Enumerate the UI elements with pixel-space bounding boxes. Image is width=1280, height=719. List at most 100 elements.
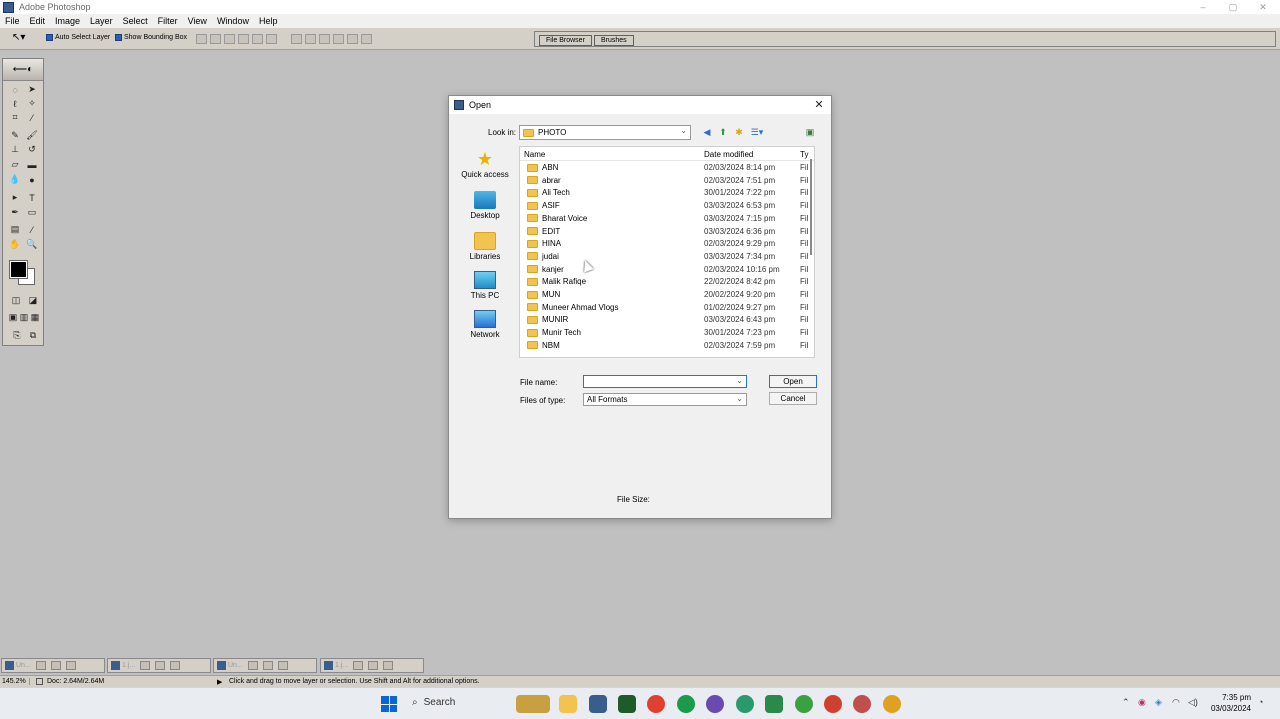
shape-tool-icon[interactable]: ▭ xyxy=(25,206,39,219)
list-item[interactable]: HINA 02/03/2024 9:29 pm Fil xyxy=(520,238,814,251)
crop-tool-icon[interactable]: ⌗ xyxy=(8,111,22,124)
chevron-down-icon[interactable]: ⌄ xyxy=(736,376,743,385)
back-icon[interactable]: ◀ xyxy=(701,127,713,138)
align-vcenter-icon[interactable] xyxy=(210,34,221,44)
brush-tool-icon[interactable]: 🖌 xyxy=(25,129,39,142)
minimized-document[interactable]: Un... xyxy=(1,658,105,673)
scrollbar-thumb[interactable] xyxy=(810,159,812,255)
wifi-icon[interactable]: ◠ xyxy=(1172,697,1180,708)
chrome-icon[interactable] xyxy=(853,695,871,713)
start-button-icon[interactable] xyxy=(381,696,397,712)
slice-tool-icon[interactable]: ⁄ xyxy=(25,111,39,124)
distribute-vcenter-icon[interactable] xyxy=(305,34,316,44)
distribute-left-icon[interactable] xyxy=(333,34,344,44)
file-name-input[interactable]: ⌄ xyxy=(583,375,747,388)
new-folder-icon[interactable]: ✱ xyxy=(733,127,745,138)
restore-icon[interactable] xyxy=(247,661,258,670)
menu-help[interactable]: Help xyxy=(259,16,278,26)
clock[interactable]: 7:35 pm 03/03/2024 xyxy=(1205,692,1251,714)
auto-select-layer-checkbox[interactable]: Auto Select Layer xyxy=(46,34,110,41)
align-bottom-icon[interactable] xyxy=(224,34,235,44)
menu-edit[interactable]: Edit xyxy=(30,16,46,26)
eraser-tool-icon[interactable]: ▱ xyxy=(8,158,22,171)
chrome-icon[interactable] xyxy=(883,695,901,713)
list-item[interactable]: Bharat Voice 03/03/2024 7:15 pm Fil xyxy=(520,213,814,226)
blur-tool-icon[interactable]: 💧 xyxy=(8,173,22,186)
distribute-hcenter-icon[interactable] xyxy=(347,34,358,44)
place-quick-access[interactable]: ★ Quick access xyxy=(455,150,515,179)
gradient-tool-icon[interactable]: ▬ xyxy=(25,158,39,171)
maximize-icon[interactable] xyxy=(262,661,273,670)
menu-file[interactable]: File xyxy=(5,16,20,26)
list-item[interactable]: MUNIR 03/03/2024 6:43 pm Fil xyxy=(520,314,814,327)
restore-icon[interactable] xyxy=(140,661,151,670)
volume-icon[interactable]: ◁) xyxy=(1188,697,1198,708)
media-player-icon[interactable] xyxy=(618,695,636,713)
menu-image[interactable]: Image xyxy=(55,16,80,26)
show-bounding-box-checkbox[interactable]: Show Bounding Box xyxy=(115,34,187,41)
files-of-type-dropdown[interactable]: All Formats ⌄ xyxy=(583,393,747,406)
file-list[interactable]: Name Date modified Ty ⌃ ABN 02/03/2024 8… xyxy=(519,146,815,358)
tool-preset-picker[interactable]: ↖▾ xyxy=(12,32,34,46)
cancel-button[interactable]: Cancel xyxy=(769,392,817,405)
folder-shortcut-icon[interactable]: ▣ xyxy=(804,127,816,138)
eyedropper-tool-icon[interactable]: ⁄ xyxy=(25,223,39,236)
lasso-tool-icon[interactable]: ℓ xyxy=(8,97,22,110)
minimized-document[interactable]: 1.j... xyxy=(320,658,424,673)
play-arrow-icon[interactable]: ▶ xyxy=(217,678,227,686)
screen-mode-full-icon[interactable]: ▦ xyxy=(28,311,42,324)
maximize-icon[interactable] xyxy=(155,661,166,670)
vertical-scrollbar[interactable] xyxy=(808,155,814,351)
standard-mode-icon[interactable]: ◫ xyxy=(9,294,23,307)
list-item[interactable]: Malik Rafiqe 22/02/2024 8:42 pm Fil xyxy=(520,276,814,289)
chrome-icon[interactable] xyxy=(736,695,754,713)
chrome-icon[interactable] xyxy=(795,695,813,713)
dialog-close-button[interactable]: ✕ xyxy=(812,98,826,112)
history-brush-tool-icon[interactable]: ↺ xyxy=(25,143,39,156)
healing-tool-icon[interactable]: ✎ xyxy=(8,129,22,142)
maximize-icon[interactable] xyxy=(50,661,61,670)
list-item[interactable]: Muneer Ahmad Vlogs 01/02/2024 9:27 pm Fi… xyxy=(520,302,814,315)
place-libraries[interactable]: Libraries xyxy=(455,232,515,261)
hand-tool-icon[interactable]: ✋ xyxy=(8,238,22,251)
close-app-button[interactable]: ✕ xyxy=(1248,0,1278,14)
move-tool-icon[interactable]: ➤ xyxy=(25,83,39,96)
list-item[interactable]: MUN 20/02/2024 9:20 pm Fil xyxy=(520,289,814,302)
chrome-icon[interactable] xyxy=(647,695,665,713)
close-icon[interactable] xyxy=(65,661,76,670)
minimized-document[interactable]: 1.j... xyxy=(107,658,211,673)
column-date-modified[interactable]: Date modified xyxy=(704,150,753,159)
path-select-tool-icon[interactable]: ▸ xyxy=(8,191,22,204)
list-item[interactable]: ASIF 03/03/2024 6:53 pm Fil xyxy=(520,200,814,213)
tray-app-icon[interactable]: ◉ xyxy=(1138,697,1146,708)
menu-view[interactable]: View xyxy=(188,16,207,26)
chrome-icon[interactable] xyxy=(824,695,842,713)
jump-to-imageready-icon[interactable]: ⎘ xyxy=(10,329,24,342)
minimize-button[interactable]: – xyxy=(1188,0,1218,14)
zoom-level[interactable]: 145.2% xyxy=(0,678,30,685)
menu-layer[interactable]: Layer xyxy=(90,16,113,26)
jump-icon[interactable]: ⧉ xyxy=(26,329,40,342)
list-item[interactable]: judai 03/03/2024 7:34 pm Fil xyxy=(520,251,814,264)
distribute-top-icon[interactable] xyxy=(291,34,302,44)
distribute-right-icon[interactable] xyxy=(361,34,372,44)
stamp-tool-icon[interactable]: ⊥ xyxy=(8,143,22,156)
look-in-dropdown[interactable]: PHOTO ⌄ xyxy=(519,125,691,140)
list-item[interactable]: Ali Tech 30/01/2024 7:22 pm Fil xyxy=(520,187,814,200)
widget-icon[interactable] xyxy=(516,695,550,713)
marquee-tool-icon[interactable]: ◌ xyxy=(8,83,22,96)
close-icon[interactable] xyxy=(383,661,394,670)
align-left-icon[interactable] xyxy=(238,34,249,44)
restore-icon[interactable] xyxy=(35,661,46,670)
menu-window[interactable]: Window xyxy=(217,16,249,26)
menu-select[interactable]: Select xyxy=(123,16,148,26)
list-item[interactable]: ABN 02/03/2024 8:14 pm Fil xyxy=(520,162,814,175)
tab-file-browser[interactable]: File Browser xyxy=(539,35,592,46)
dodge-tool-icon[interactable]: ● xyxy=(25,173,39,186)
align-top-icon[interactable] xyxy=(196,34,207,44)
column-name[interactable]: Name xyxy=(524,150,545,159)
distribute-bottom-icon[interactable] xyxy=(319,34,330,44)
tab-brushes[interactable]: Brushes xyxy=(594,35,634,46)
file-explorer-icon[interactable] xyxy=(559,695,577,713)
menu-filter[interactable]: Filter xyxy=(158,16,178,26)
